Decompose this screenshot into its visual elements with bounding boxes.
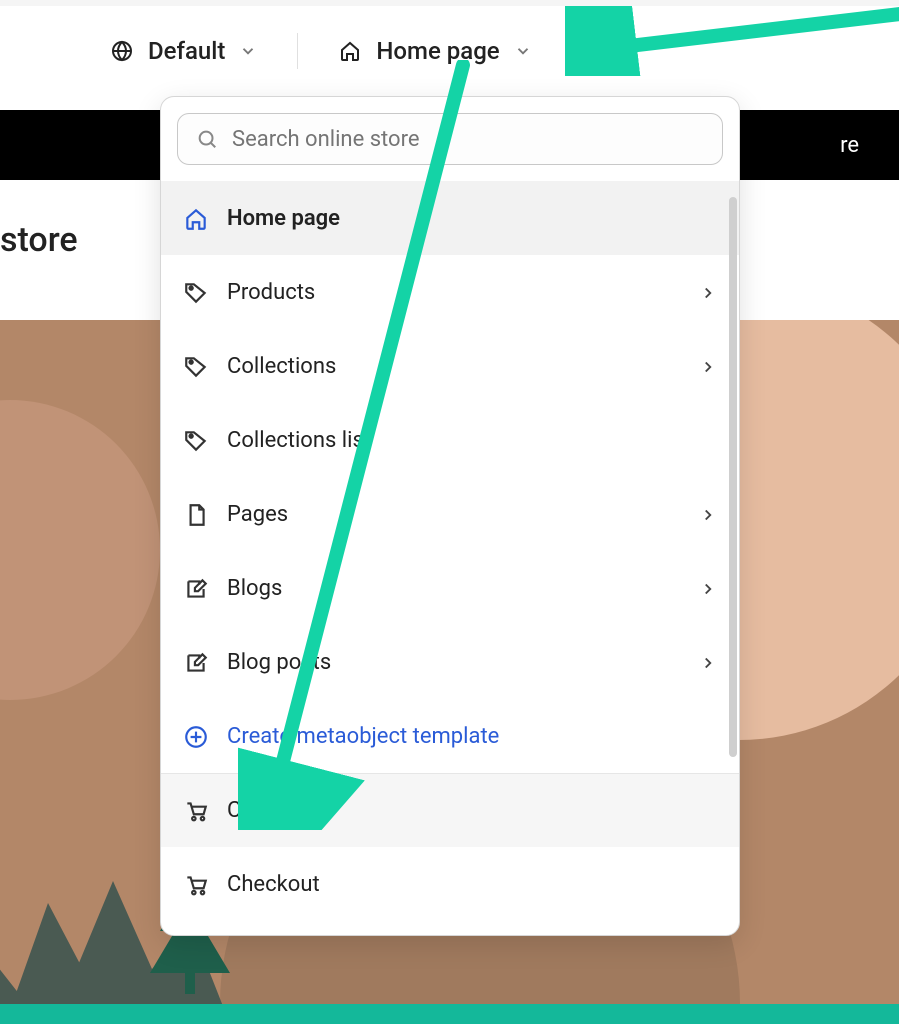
template-item-collections[interactable]: Collections (161, 329, 739, 403)
home-icon (183, 206, 209, 232)
page-icon (183, 502, 209, 528)
chevron-right-icon (699, 654, 717, 672)
chevron-right-icon (699, 358, 717, 376)
template-item-label: Cart (227, 798, 268, 823)
chevron-right-icon (699, 284, 717, 302)
plus-circle-icon (183, 724, 209, 750)
template-label: Home page (376, 37, 499, 65)
template-item-label: Collections (227, 354, 336, 379)
chevron-down-icon (239, 42, 257, 60)
tag-icon (183, 354, 209, 380)
template-item-label: Blogs (227, 576, 282, 601)
create-metaobject-template-link[interactable]: Create metaobject template (161, 699, 739, 773)
template-item-label: Blog posts (227, 650, 331, 675)
edit-icon (183, 576, 209, 602)
tag-icon (183, 280, 209, 306)
editor-topbar: Default Home page (0, 0, 899, 96)
template-item-label: Products (227, 280, 315, 305)
template-item-pages[interactable]: Pages (161, 477, 739, 551)
template-selector[interactable]: Home page (338, 37, 531, 65)
template-list: Home page Products Collections Collectio… (161, 181, 739, 935)
announcement-text: re (840, 133, 859, 158)
search-input[interactable] (232, 127, 704, 152)
cart-icon (183, 872, 209, 898)
template-item-label: Checkout (227, 872, 320, 897)
chevron-down-icon (514, 42, 532, 60)
scrollbar[interactable] (729, 197, 737, 917)
search-input-wrap[interactable] (177, 113, 723, 165)
chevron-right-icon (699, 506, 717, 524)
template-item-label: Home page (227, 206, 340, 231)
theme-label: Default (148, 37, 225, 65)
template-item-home-page[interactable]: Home page (161, 181, 739, 255)
scrollbar-thumb[interactable] (729, 197, 737, 757)
template-item-blog-posts[interactable]: Blog posts (161, 625, 739, 699)
chevron-right-icon (699, 580, 717, 598)
template-item-checkout[interactable]: Checkout (161, 847, 739, 921)
edit-icon (183, 650, 209, 676)
search-icon (196, 128, 218, 150)
home-icon (338, 39, 362, 63)
bottom-accent-bar (0, 1004, 899, 1024)
template-item-cart[interactable]: Cart (161, 773, 739, 847)
create-link-label: Create metaobject template (227, 724, 499, 749)
divider (297, 33, 298, 69)
cart-icon (183, 798, 209, 824)
template-item-collections-list[interactable]: Collections list (161, 403, 739, 477)
template-item-blogs[interactable]: Blogs (161, 551, 739, 625)
theme-selector[interactable]: Default (110, 37, 257, 65)
template-item-label: Pages (227, 502, 288, 527)
globe-icon (110, 39, 134, 63)
tag-icon (183, 428, 209, 454)
template-item-label: Collections list (227, 428, 371, 453)
template-item-products[interactable]: Products (161, 255, 739, 329)
template-picker-panel: Home page Products Collections Collectio… (160, 96, 740, 936)
